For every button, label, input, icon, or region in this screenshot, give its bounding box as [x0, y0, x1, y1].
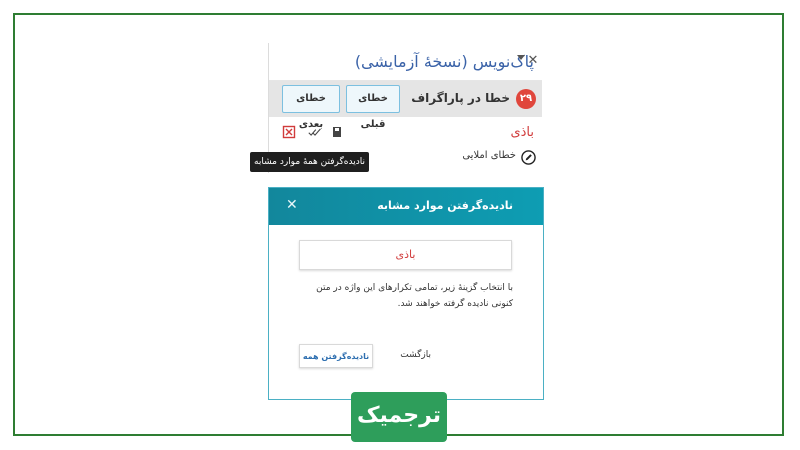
- dialog-description: با انتخاب گزینهٔ زیر، تمامی تکرارهای این…: [316, 283, 513, 309]
- dialog-word-box: باذی: [299, 240, 512, 270]
- ignore-all-icon[interactable]: [282, 125, 296, 139]
- ignore-similar-dialog: نادیده‌گرفتن موارد مشابه ✕ باذی با انتخا…: [268, 187, 544, 400]
- close-icon[interactable]: ✕: [286, 197, 298, 213]
- next-error-button[interactable]: خطای بعدی: [282, 85, 340, 130]
- error-bar: ۲۹ خطا در پاراگراف خطای قبلی خطای بعدی: [269, 81, 542, 130]
- pencil-icon: [521, 150, 536, 165]
- dialog-header: نادیده‌گرفتن موارد مشابه ✕: [269, 188, 543, 225]
- back-link[interactable]: بازگشت: [400, 350, 431, 360]
- error-label: خطا در پاراگراف: [411, 91, 510, 105]
- save-icon[interactable]: [330, 125, 344, 139]
- dialog-title: نادیده‌گرفتن موارد مشابه: [377, 199, 513, 212]
- ignore-all-button[interactable]: نادیده‌گرفتن همه: [299, 344, 373, 368]
- error-count-badge: ۲۹: [516, 89, 536, 109]
- error-type-label: خطای املایی: [462, 150, 516, 161]
- chevron-down-icon[interactable]: [517, 55, 525, 60]
- double-check-icon[interactable]: [308, 125, 322, 139]
- word-row: باذی: [269, 117, 542, 147]
- panel-title: پاک‌نویس (نسخهٔ آزمایشی): [354, 52, 534, 71]
- close-icon[interactable]: ✕: [527, 53, 539, 68]
- misspelled-word: باذی: [510, 125, 534, 140]
- panel-header: پاک‌نویس (نسخهٔ آزمایشی) ✕: [269, 43, 542, 81]
- tarjomic-logo: ترجمیک: [351, 392, 447, 442]
- previous-error-button[interactable]: خطای قبلی: [346, 85, 400, 130]
- ignore-all-tooltip: نادیده‌گرفتن همهٔ موارد مشابه: [250, 152, 369, 172]
